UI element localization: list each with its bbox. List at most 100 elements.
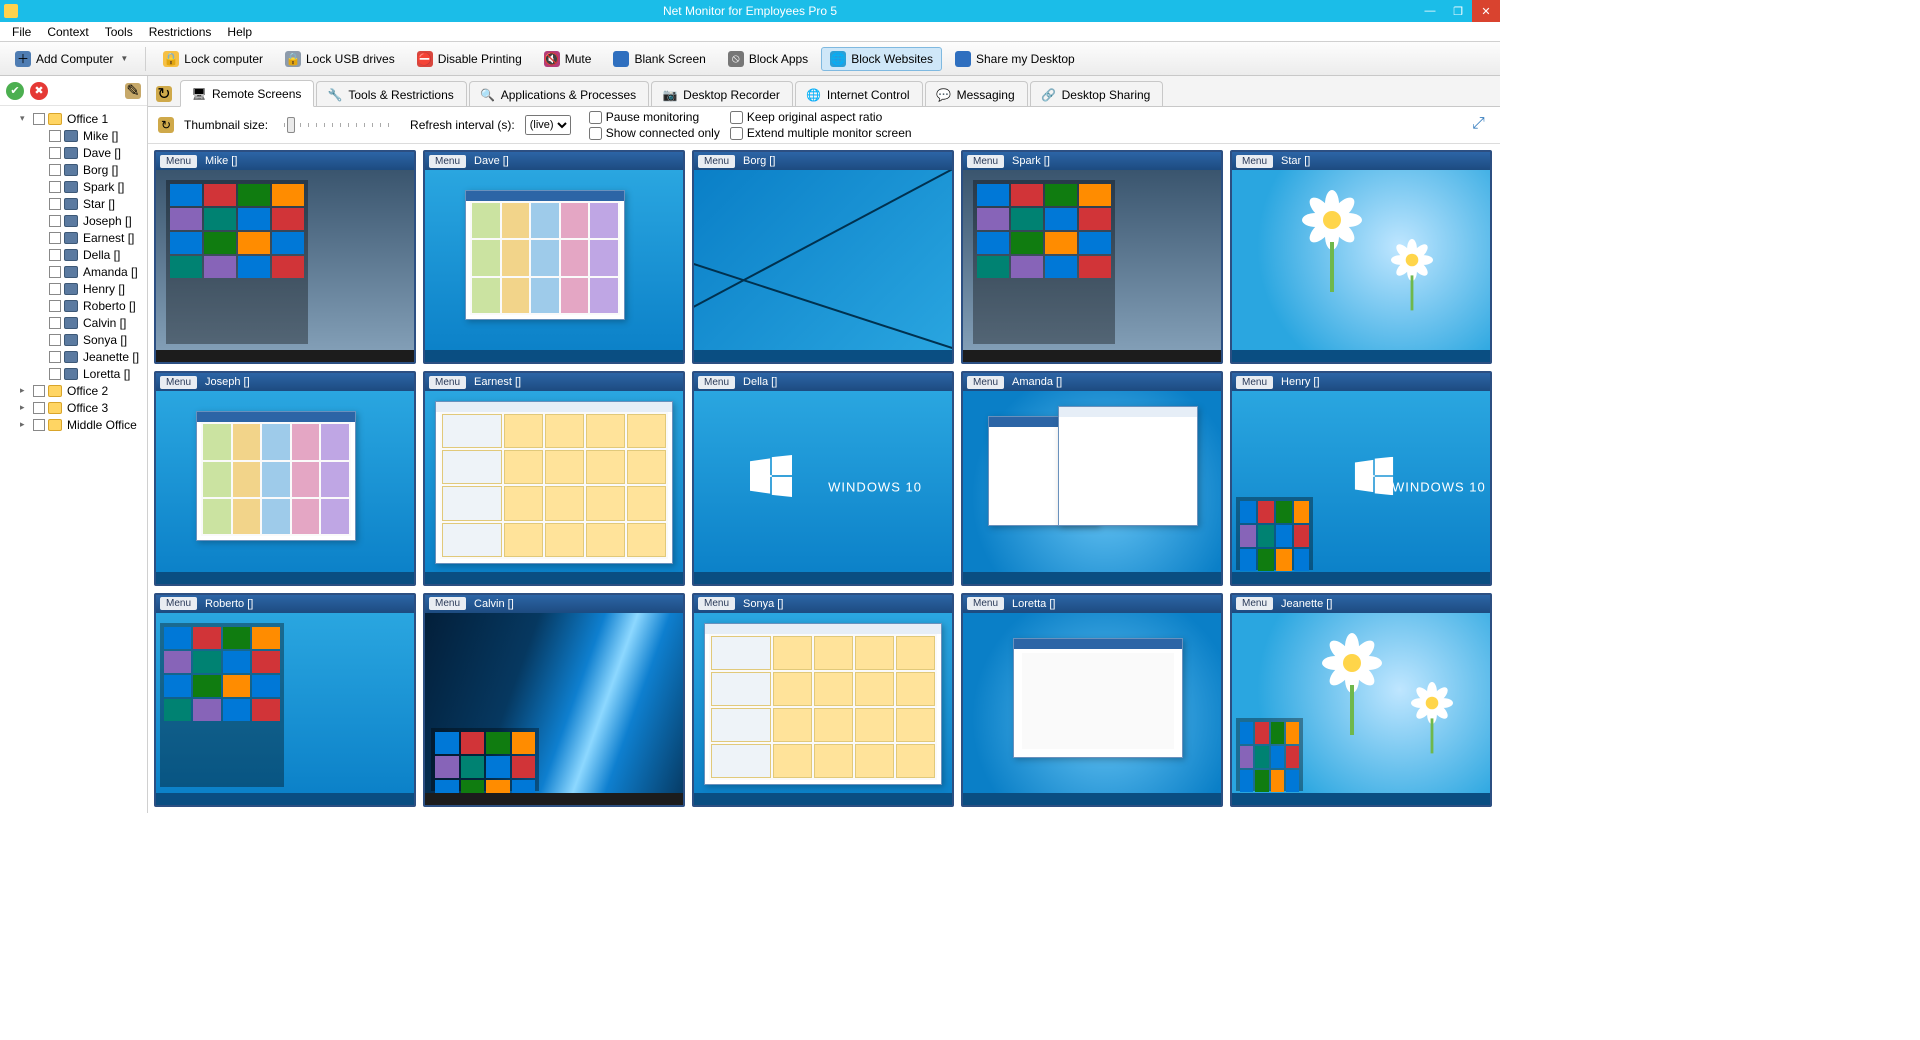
thumbnail-henry[interactable]: MenuHenry []WINDOWS 10 (1230, 371, 1492, 585)
show-connected-only-checkbox[interactable]: Show connected only (589, 126, 720, 140)
checkbox[interactable] (49, 283, 61, 295)
thumbnail-loretta[interactable]: MenuLoretta [] (961, 593, 1223, 807)
checkbox[interactable] (49, 215, 61, 227)
refresh-icon[interactable]: ↻ (156, 86, 172, 102)
thumbnail-borg[interactable]: MenuBorg [] (692, 150, 954, 364)
checkbox[interactable] (49, 351, 61, 363)
block-apps-button[interactable]: ⦸ Block Apps (719, 47, 817, 71)
thumbnail-screen[interactable] (694, 613, 952, 805)
thumbnail-star[interactable]: MenuStar [] (1230, 150, 1492, 364)
checkbox[interactable] (49, 232, 61, 244)
blank-screen-button[interactable]: Blank Screen (604, 47, 714, 71)
thumbnail-della[interactable]: MenuDella []WINDOWS 10 (692, 371, 954, 585)
tree-computer-0[interactable]: Mike [] (2, 127, 145, 144)
thumbnail-menu-button[interactable]: Menu (429, 597, 466, 610)
thumbnail-screen[interactable] (156, 170, 414, 362)
checkbox[interactable] (49, 300, 61, 312)
disable-printing-button[interactable]: ⛔ Disable Printing (408, 47, 531, 71)
checkbox[interactable] (49, 317, 61, 329)
computers-tree[interactable]: ▾Office 1Mike []Dave []Borg []Spark []St… (0, 106, 147, 813)
thumbnail-screen[interactable] (156, 613, 414, 805)
checkbox[interactable] (33, 419, 45, 431)
thumbnail-amanda[interactable]: MenuAmanda [] (961, 371, 1223, 585)
thumbnail-mike[interactable]: MenuMike [] (154, 150, 416, 364)
refresh-all-icon[interactable]: ↻ (158, 117, 174, 133)
thumbnail-menu-button[interactable]: Menu (1236, 155, 1273, 168)
menu-context[interactable]: Context (39, 23, 96, 41)
mute-button[interactable]: 🔇 Mute (535, 47, 601, 71)
chevron-icon[interactable]: ▸ (20, 385, 30, 396)
minimize-button[interactable]: — (1416, 0, 1444, 22)
checkbox[interactable] (49, 249, 61, 261)
block-websites-button[interactable]: 🌐 Block Websites (821, 47, 942, 71)
tree-group-0[interactable]: ▾Office 1 (2, 110, 145, 127)
extend-multi-checkbox[interactable]: Extend multiple monitor screen (730, 126, 912, 140)
tree-computer-12[interactable]: Sonya [] (2, 331, 145, 348)
thumbnail-menu-button[interactable]: Menu (1236, 597, 1273, 610)
thumb-size-slider[interactable] (284, 123, 394, 127)
refresh-interval-select[interactable]: (live) (525, 115, 571, 135)
thumbnail-menu-button[interactable]: Menu (698, 155, 735, 168)
tab-messaging[interactable]: 💬Messaging (925, 81, 1028, 107)
chevron-icon[interactable]: ▸ (20, 402, 30, 413)
tree-group-2[interactable]: ▸Office 3 (2, 399, 145, 416)
thumbnail-menu-button[interactable]: Menu (160, 376, 197, 389)
maximize-button[interactable]: ❐ (1444, 0, 1472, 22)
tree-computer-2[interactable]: Borg [] (2, 161, 145, 178)
checkbox[interactable] (33, 113, 45, 125)
thumbnail-joseph[interactable]: MenuJoseph [] (154, 371, 416, 585)
thumbnail-screen[interactable]: WINDOWS 10 (694, 391, 952, 583)
thumbnail-screen[interactable] (963, 170, 1221, 362)
checkbox[interactable] (33, 402, 45, 414)
thumbnail-spark[interactable]: MenuSpark [] (961, 150, 1223, 364)
thumbnail-dave[interactable]: MenuDave [] (423, 150, 685, 364)
tree-computer-11[interactable]: Calvin [] (2, 314, 145, 331)
thumbnail-menu-button[interactable]: Menu (967, 155, 1004, 168)
thumbnail-menu-button[interactable]: Menu (429, 155, 466, 168)
menu-restrictions[interactable]: Restrictions (141, 23, 220, 41)
thumbnail-jeanette[interactable]: MenuJeanette [] (1230, 593, 1492, 807)
share-desktop-button[interactable]: Share my Desktop (946, 47, 1084, 71)
thumbnail-roberto[interactable]: MenuRoberto [] (154, 593, 416, 807)
menu-help[interactable]: Help (219, 23, 260, 41)
tab-remote-screens[interactable]: 🖥Remote Screens (180, 80, 314, 107)
thumbnail-screen[interactable] (156, 391, 414, 583)
tree-computer-6[interactable]: Earnest [] (2, 229, 145, 246)
thumbnail-screen[interactable] (1232, 170, 1490, 362)
thumbnail-menu-button[interactable]: Menu (698, 597, 735, 610)
tab-desktop-sharing[interactable]: 🔗Desktop Sharing (1030, 81, 1164, 107)
checkbox[interactable] (49, 130, 61, 142)
tree-group-3[interactable]: ▸Middle Office (2, 416, 145, 433)
pause-monitoring-checkbox[interactable]: Pause monitoring (589, 110, 720, 124)
tree-computer-1[interactable]: Dave [] (2, 144, 145, 161)
thumbnail-menu-button[interactable]: Menu (160, 155, 197, 168)
checkbox[interactable] (49, 147, 61, 159)
checkbox[interactable] (49, 368, 61, 380)
thumbnail-menu-button[interactable]: Menu (967, 376, 1004, 389)
lock-usb-button[interactable]: 🔒 Lock USB drives (276, 47, 404, 71)
tree-computer-7[interactable]: Della [] (2, 246, 145, 263)
close-button[interactable]: ✕ (1472, 0, 1500, 22)
thumbnail-menu-button[interactable]: Menu (698, 376, 735, 389)
tab-tools-restrictions[interactable]: 🔧Tools & Restrictions (316, 81, 466, 107)
thumbnail-menu-button[interactable]: Menu (429, 376, 466, 389)
tree-group-1[interactable]: ▸Office 2 (2, 382, 145, 399)
tree-computer-5[interactable]: Joseph [] (2, 212, 145, 229)
thumbnail-menu-button[interactable]: Menu (1236, 376, 1273, 389)
tab-desktop-recorder[interactable]: 📷Desktop Recorder (651, 81, 793, 107)
tree-computer-10[interactable]: Roberto [] (2, 297, 145, 314)
tree-computer-9[interactable]: Henry [] (2, 280, 145, 297)
checkbox[interactable] (49, 334, 61, 346)
checkbox[interactable] (33, 385, 45, 397)
keep-aspect-checkbox[interactable]: Keep original aspect ratio (730, 110, 912, 124)
thumbnail-screen[interactable] (425, 391, 683, 583)
thumbnail-screen[interactable] (425, 170, 683, 362)
thumbnail-screen[interactable] (425, 613, 683, 805)
thumbnail-screen[interactable] (1232, 613, 1490, 805)
thumbnail-menu-button[interactable]: Menu (160, 597, 197, 610)
thumbnail-grid[interactable]: MenuMike []MenuDave []MenuBorg []MenuSpa… (148, 144, 1500, 813)
edit-icon[interactable]: ✎ (125, 83, 141, 99)
accept-button[interactable]: ✔ (6, 82, 24, 100)
checkbox[interactable] (49, 198, 61, 210)
tree-computer-8[interactable]: Amanda [] (2, 263, 145, 280)
